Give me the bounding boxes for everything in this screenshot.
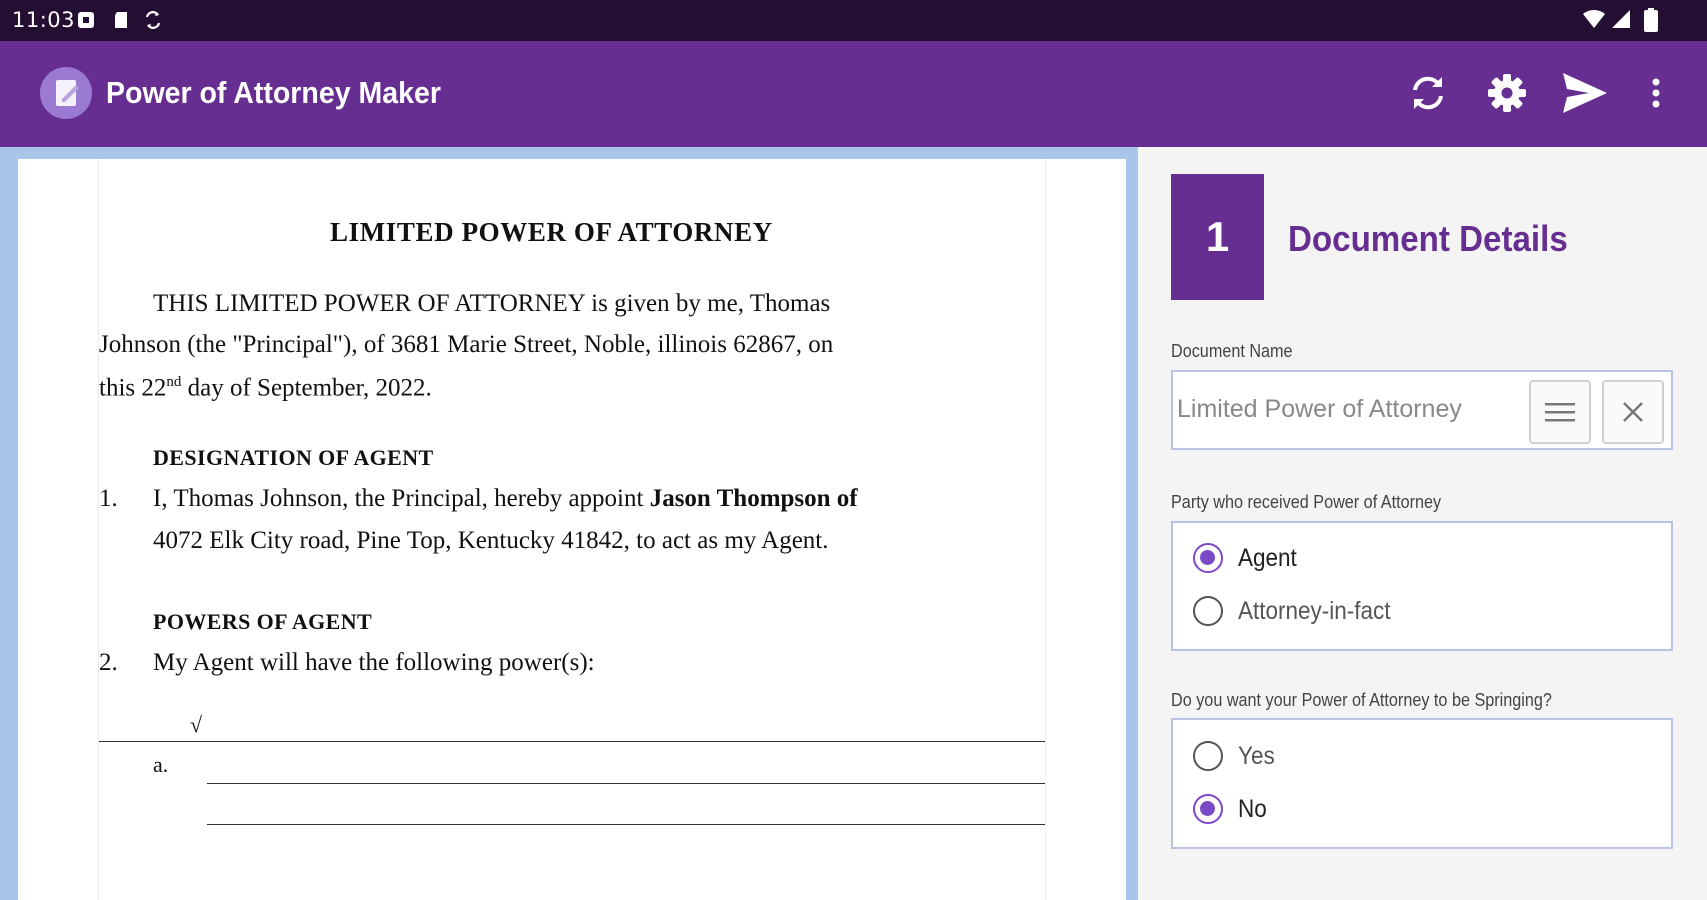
springing-radio-group: Yes No xyxy=(1171,718,1673,849)
blank-line-3 xyxy=(207,824,1045,825)
radio-label-yes: Yes xyxy=(1238,741,1275,770)
sd-card-icon xyxy=(115,12,127,28)
intro-line-1: THIS LIMITED POWER OF ATTORNEY is given … xyxy=(153,290,831,317)
item-2-text: My Agent will have the following power(s… xyxy=(153,649,595,676)
radio-button-unchecked[interactable] xyxy=(1193,741,1223,771)
radio-option-agent[interactable]: Agent xyxy=(1193,538,1303,578)
item-1-line-1: I, Thomas Johnson, the Principal, hereby… xyxy=(153,485,858,512)
blank-line-2 xyxy=(207,783,1045,784)
document-preview-pane[interactable]: LIMITED POWER OF ATTORNEY THIS LIMITED P… xyxy=(0,147,1138,900)
radio-label-agent: Agent xyxy=(1238,543,1297,572)
party-label: Party who received Power of Attorney xyxy=(1171,492,1442,512)
radio-button-checked[interactable] xyxy=(1193,794,1223,824)
send-button[interactable] xyxy=(1557,65,1613,121)
radio-label-attorney-in-fact: Attorney-in-fact xyxy=(1238,596,1391,625)
springing-label: Do you want your Power of Attorney to be… xyxy=(1171,690,1552,710)
item-2-number: 2. xyxy=(99,649,118,676)
radio-option-yes[interactable]: Yes xyxy=(1193,736,1279,776)
refresh-button[interactable] xyxy=(1400,65,1456,121)
radio-button-checked[interactable] xyxy=(1193,543,1223,573)
status-bar: 11:03 xyxy=(0,0,1707,41)
close-icon xyxy=(1623,402,1643,422)
document-name-input[interactable] xyxy=(1177,388,1497,430)
notification-icon xyxy=(78,12,94,28)
list-icon xyxy=(1545,403,1575,422)
radio-button-unchecked[interactable] xyxy=(1193,596,1223,626)
document-page[interactable]: LIMITED POWER OF ATTORNEY THIS LIMITED P… xyxy=(18,159,1126,900)
sync-icon xyxy=(145,11,161,29)
form-pane: 1 Document Details Document Name Party w… xyxy=(1138,147,1707,900)
radio-label-no: No xyxy=(1238,794,1267,823)
radio-option-no[interactable]: No xyxy=(1193,789,1270,829)
section-heading-designation: DESIGNATION OF AGENT xyxy=(153,445,434,470)
document-name-clear-button[interactable] xyxy=(1602,380,1664,444)
item-1-line-2: 4072 Elk City road, Pine Top, Kentucky 4… xyxy=(153,527,829,554)
sub-item-a-label: a. xyxy=(153,752,169,777)
document-name-field xyxy=(1171,370,1673,450)
settings-button[interactable] xyxy=(1479,65,1535,121)
document-name-label: Document Name xyxy=(1171,341,1293,361)
send-icon xyxy=(1563,73,1607,113)
section-heading-powers: POWERS OF AGENT xyxy=(153,609,373,634)
app-title: Power of Attorney Maker xyxy=(106,75,441,110)
cell-signal-icon xyxy=(1612,10,1630,28)
more-vert-icon xyxy=(1652,78,1660,108)
app-bar: Power of Attorney Maker xyxy=(0,41,1707,147)
intro-line-3: this 22nd day of September, 2022. xyxy=(99,374,432,402)
item-1-number: 1. xyxy=(99,485,118,512)
document-name-list-button[interactable] xyxy=(1529,380,1591,444)
radio-option-attorney-in-fact[interactable]: Attorney-in-fact xyxy=(1193,591,1408,631)
wifi-icon xyxy=(1583,9,1605,28)
step-number-badge: 1 xyxy=(1171,174,1264,300)
margin-guide-left xyxy=(98,159,99,900)
battery-icon xyxy=(1644,8,1658,32)
blank-line-1 xyxy=(99,741,1045,742)
party-radio-group: Agent Attorney-in-fact xyxy=(1171,521,1673,651)
refresh-icon xyxy=(1413,76,1443,110)
margin-guide-right xyxy=(1045,159,1046,900)
intro-line-2: Johnson (the "Principal"), of 3681 Marie… xyxy=(99,331,834,358)
section-title: Document Details xyxy=(1288,218,1568,259)
app-logo-icon xyxy=(40,67,92,119)
settings-icon xyxy=(1488,74,1526,112)
more-options-button[interactable] xyxy=(1628,65,1684,121)
checkmark: √ xyxy=(190,712,203,737)
status-time: 11:03 xyxy=(12,8,76,32)
document-title: LIMITED POWER OF ATTORNEY xyxy=(330,217,773,247)
